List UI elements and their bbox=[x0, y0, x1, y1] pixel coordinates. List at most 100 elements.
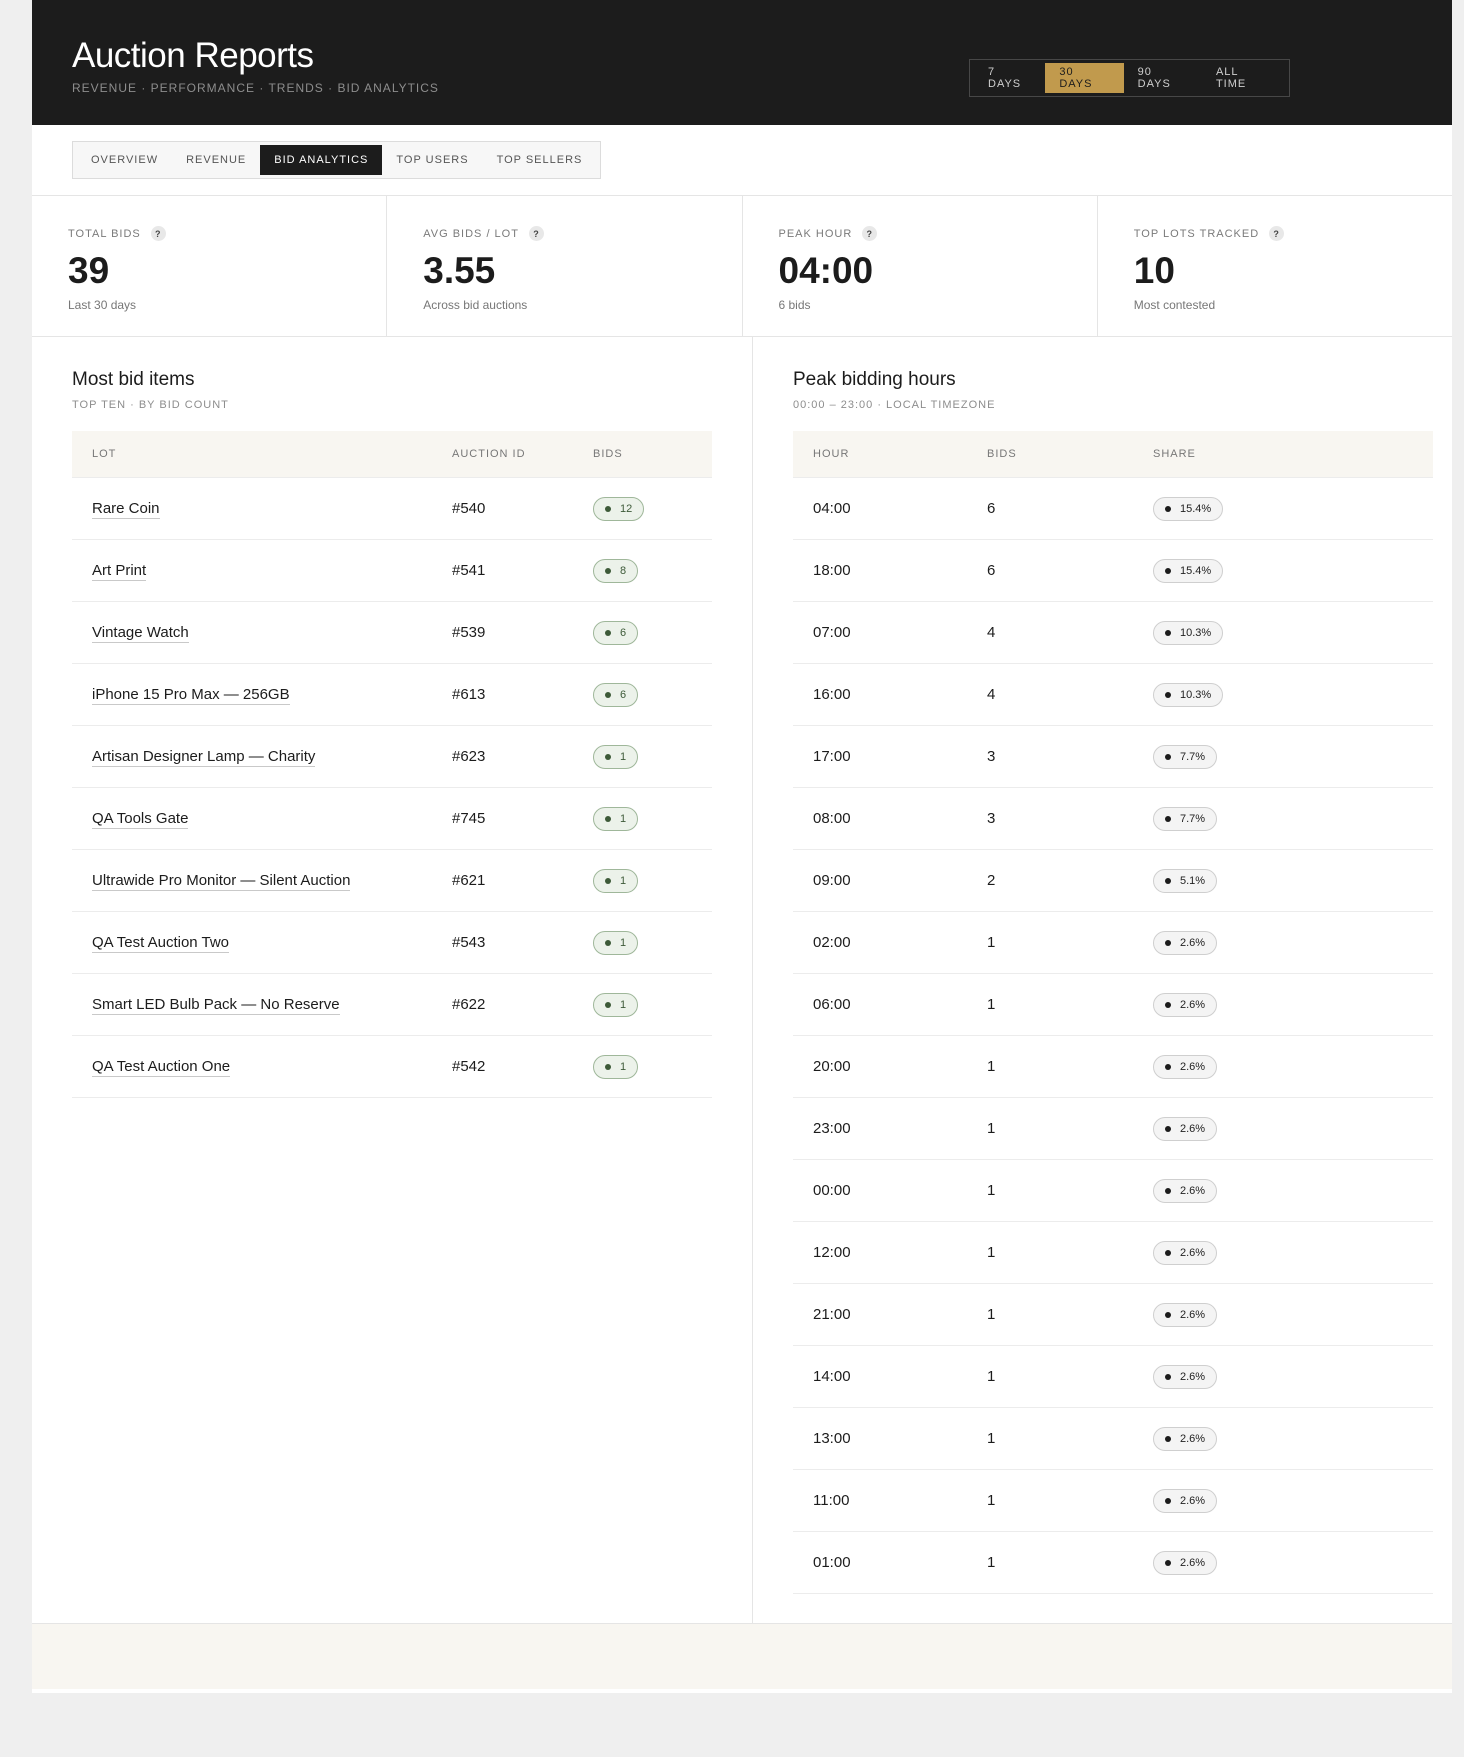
column-header-hour[interactable]: HOUR bbox=[793, 448, 987, 460]
table-body: 04:00 6 15.4% 18:00 6 15.4% 07:00 4 10.3% 16:00 4 1… bbox=[793, 478, 1433, 1594]
range-30-days-button[interactable]: 30 DAYS bbox=[1045, 63, 1124, 93]
table-row: 13:00 1 2.6% bbox=[793, 1408, 1433, 1470]
bids-cell: 6 bbox=[593, 682, 639, 707]
lot-cell: QA Test Auction Two bbox=[72, 934, 452, 953]
tab-top-sellers[interactable]: TOP SELLERS bbox=[483, 145, 597, 175]
table-row: 18:00 6 15.4% bbox=[793, 540, 1433, 602]
lot-link[interactable]: Rare Coin bbox=[92, 500, 160, 519]
lot-cell: iPhone 15 Pro Max — 256GB bbox=[72, 686, 452, 705]
lot-link[interactable]: iPhone 15 Pro Max — 256GB bbox=[92, 686, 290, 705]
kpi-label: PEAK HOUR? bbox=[779, 226, 1061, 241]
dot-icon bbox=[1165, 1435, 1171, 1442]
lot-cell: Smart LED Bulb Pack — No Reserve bbox=[72, 996, 452, 1015]
table-row: 01:00 1 2.6% bbox=[793, 1532, 1433, 1594]
bids-cell: 6 bbox=[987, 562, 996, 579]
lot-link[interactable]: QA Test Auction One bbox=[92, 1058, 231, 1077]
lot-link[interactable]: Artisan Designer Lamp — Charity bbox=[92, 748, 316, 767]
table-row: 07:00 4 10.3% bbox=[793, 602, 1433, 664]
table-row: Smart LED Bulb Pack — No Reserve #622 1 bbox=[72, 974, 712, 1036]
auction-id-cell: #745 bbox=[452, 810, 486, 827]
share-value: 2.6% bbox=[1180, 1060, 1206, 1073]
table-row: QA Test Auction Two #543 1 bbox=[72, 912, 712, 974]
panel-title: Most bid items bbox=[72, 369, 195, 390]
lot-cell: QA Test Auction One bbox=[72, 1058, 452, 1077]
bids-cell: 3 bbox=[987, 810, 996, 827]
kpi-value: 39 bbox=[68, 250, 110, 291]
bids-cell: 1 bbox=[987, 996, 996, 1013]
lot-cell: Art Print bbox=[72, 562, 452, 581]
dot-icon bbox=[1165, 939, 1171, 946]
footer-band bbox=[32, 1624, 1452, 1689]
hour-cell: 00:00 bbox=[813, 1182, 851, 1199]
tab-revenue[interactable]: REVENUE bbox=[172, 145, 260, 175]
share-cell: 2.6% bbox=[1153, 1178, 1218, 1203]
bids-cell: 2 bbox=[987, 872, 996, 889]
column-header-share[interactable]: SHARE bbox=[1153, 448, 1196, 460]
peak-hours-table: HOUR BIDS SHARE 04:00 6 15.4% 18:00 6 15.4% 07… bbox=[793, 431, 1433, 1594]
dot-icon bbox=[1165, 1125, 1171, 1132]
help-icon[interactable]: ? bbox=[150, 226, 166, 241]
tab-overview[interactable]: OVERVIEW bbox=[77, 145, 172, 175]
hour-cell: 14:00 bbox=[813, 1368, 851, 1385]
lot-link[interactable]: Art Print bbox=[92, 562, 147, 581]
kpi-caption: Across bid auctions bbox=[423, 297, 528, 312]
auction-id-cell: #540 bbox=[452, 500, 486, 517]
share-badge: 2.6% bbox=[1153, 1488, 1218, 1513]
bid-count: 6 bbox=[620, 688, 627, 701]
bid-count: 1 bbox=[620, 750, 627, 763]
lot-link[interactable]: Vintage Watch bbox=[92, 624, 189, 643]
share-badge: 7.7% bbox=[1153, 744, 1218, 769]
table-row: 02:00 1 2.6% bbox=[793, 912, 1433, 974]
share-cell: 7.7% bbox=[1153, 744, 1218, 769]
dot-icon bbox=[605, 691, 611, 698]
range-7-days-button[interactable]: 7 DAYS bbox=[974, 63, 1045, 93]
column-header-bids[interactable]: BIDS bbox=[987, 448, 1153, 460]
auction-id-cell: #623 bbox=[452, 748, 486, 765]
dot-icon bbox=[1165, 629, 1171, 636]
tab-bid-analytics[interactable]: BID ANALYTICS bbox=[260, 145, 383, 175]
share-cell: 2.6% bbox=[1153, 1488, 1218, 1513]
lot-link[interactable]: QA Tools Gate bbox=[92, 810, 189, 829]
dot-icon bbox=[1165, 1187, 1171, 1194]
auction-id-cell: #543 bbox=[452, 934, 486, 951]
bids-cell: 8 bbox=[593, 558, 639, 583]
bids-cell: 1 bbox=[987, 1430, 996, 1447]
share-value: 7.7% bbox=[1180, 750, 1206, 763]
hour-cell: 02:00 bbox=[813, 934, 851, 951]
column-header-bids[interactable]: BIDS bbox=[593, 448, 623, 460]
hour-cell: 11:00 bbox=[813, 1492, 850, 1509]
dot-icon bbox=[605, 505, 611, 512]
auction-id-cell: #622 bbox=[452, 996, 486, 1013]
share-value: 2.6% bbox=[1180, 1370, 1206, 1383]
share-value: 2.6% bbox=[1180, 1122, 1206, 1135]
range-all-time-button[interactable]: ALL TIME bbox=[1202, 63, 1285, 93]
analytics-panels: Most bid items TOP TEN · BY BID COUNT LO… bbox=[32, 337, 1452, 1624]
help-icon[interactable]: ? bbox=[1269, 226, 1285, 241]
column-header-lot[interactable]: LOT bbox=[72, 448, 452, 460]
share-value: 10.3% bbox=[1180, 626, 1212, 639]
help-icon[interactable]: ? bbox=[862, 226, 878, 241]
hour-cell: 16:00 bbox=[813, 686, 851, 703]
dot-icon bbox=[1165, 505, 1171, 512]
lot-link[interactable]: QA Test Auction Two bbox=[92, 934, 230, 953]
hour-cell: 07:00 bbox=[813, 624, 851, 641]
panel-subtitle: TOP TEN · BY BID COUNT bbox=[72, 399, 229, 411]
lot-link[interactable]: Smart LED Bulb Pack — No Reserve bbox=[92, 996, 340, 1015]
share-badge: 10.3% bbox=[1153, 682, 1224, 707]
help-icon[interactable]: ? bbox=[528, 226, 544, 241]
share-cell: 10.3% bbox=[1153, 682, 1224, 707]
share-cell: 2.6% bbox=[1153, 1302, 1218, 1327]
column-header-auction-id[interactable]: AUCTION ID bbox=[452, 448, 593, 460]
hour-cell: 09:00 bbox=[813, 872, 851, 889]
range-90-days-button[interactable]: 90 DAYS bbox=[1124, 63, 1202, 93]
bids-cell: 1 bbox=[987, 1554, 996, 1571]
tab-top-users[interactable]: TOP USERS bbox=[382, 145, 482, 175]
share-badge: 2.6% bbox=[1153, 1240, 1218, 1265]
bids-cell: 1 bbox=[987, 1058, 996, 1075]
share-value: 2.6% bbox=[1180, 998, 1206, 1011]
kpi-caption: Most contested bbox=[1133, 297, 1216, 312]
bid-count-badge: 6 bbox=[593, 682, 639, 707]
share-cell: 2.6% bbox=[1153, 992, 1218, 1017]
bids-cell: 4 bbox=[987, 624, 996, 641]
lot-link[interactable]: Ultrawide Pro Monitor — Silent Auction bbox=[92, 872, 351, 891]
